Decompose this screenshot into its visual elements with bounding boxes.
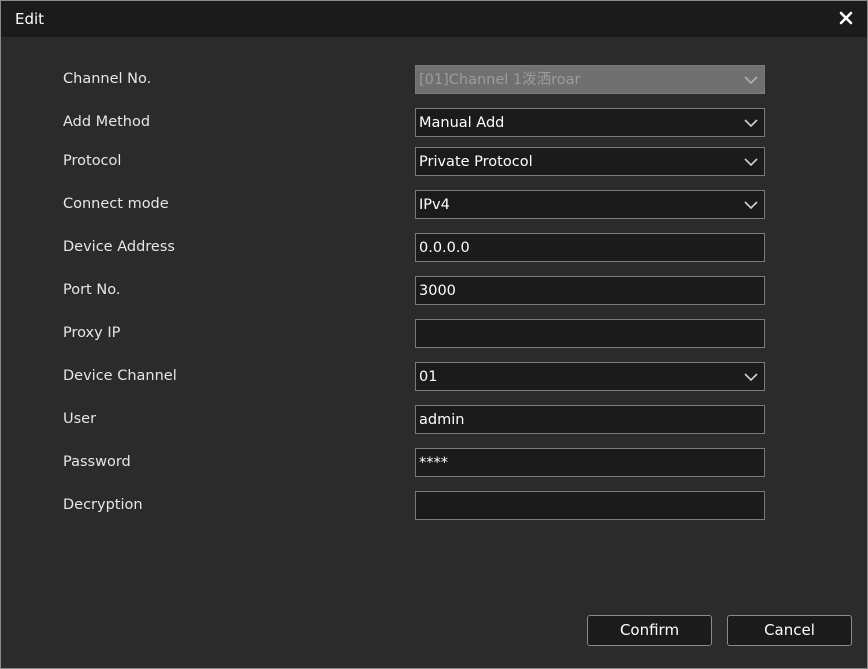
user-value: admin xyxy=(419,412,465,428)
port-no-input[interactable]: 3000 xyxy=(415,276,765,305)
channel-no-label: Channel No. xyxy=(63,71,152,87)
dialog-title: Edit xyxy=(15,10,45,28)
channel-no-select[interactable]: [01]Channel 1泼洒roar xyxy=(415,65,765,94)
cancel-button[interactable]: Cancel xyxy=(727,615,852,646)
add-method-label: Add Method xyxy=(63,114,151,130)
proxy-ip-input[interactable] xyxy=(415,319,765,348)
protocol-value: Private Protocol xyxy=(419,154,533,170)
add-method-select[interactable]: Manual Add xyxy=(415,108,765,137)
user-label: User xyxy=(63,411,97,427)
proxy-ip-label: Proxy IP xyxy=(63,325,121,341)
chevron-down-icon xyxy=(744,156,758,168)
add-method-value: Manual Add xyxy=(419,115,505,131)
device-address-input[interactable]: 0.0.0.0 xyxy=(415,233,765,262)
chevron-down-icon xyxy=(744,117,758,129)
chevron-down-icon xyxy=(744,74,758,86)
device-channel-value: 01 xyxy=(419,369,438,385)
protocol-select[interactable]: Private Protocol xyxy=(415,147,765,176)
device-channel-select[interactable]: 01 xyxy=(415,362,765,391)
connect-mode-value: IPv4 xyxy=(419,197,450,213)
connect-mode-label: Connect mode xyxy=(63,196,169,212)
decryption-input[interactable] xyxy=(415,491,765,520)
port-no-label: Port No. xyxy=(63,282,121,298)
device-address-value: 0.0.0.0 xyxy=(419,240,470,256)
password-input[interactable]: **** xyxy=(415,448,765,477)
device-address-label: Device Address xyxy=(63,239,175,255)
port-no-value: 3000 xyxy=(419,283,456,299)
device-channel-label: Device Channel xyxy=(63,368,177,384)
password-value: **** xyxy=(419,455,448,471)
close-icon[interactable] xyxy=(835,7,857,29)
title-bar: Edit xyxy=(1,1,867,37)
connect-mode-select[interactable]: IPv4 xyxy=(415,190,765,219)
user-input[interactable]: admin xyxy=(415,405,765,434)
confirm-button[interactable]: Confirm xyxy=(587,615,712,646)
chevron-down-icon xyxy=(744,199,758,211)
protocol-label: Protocol xyxy=(63,153,122,169)
edit-dialog: Edit Channel No. [01]Channel 1泼洒roar Add… xyxy=(0,0,868,669)
password-label: Password xyxy=(63,454,131,470)
decryption-label: Decryption xyxy=(63,497,143,513)
channel-no-value: [01]Channel 1泼洒roar xyxy=(419,72,581,88)
chevron-down-icon xyxy=(744,371,758,383)
